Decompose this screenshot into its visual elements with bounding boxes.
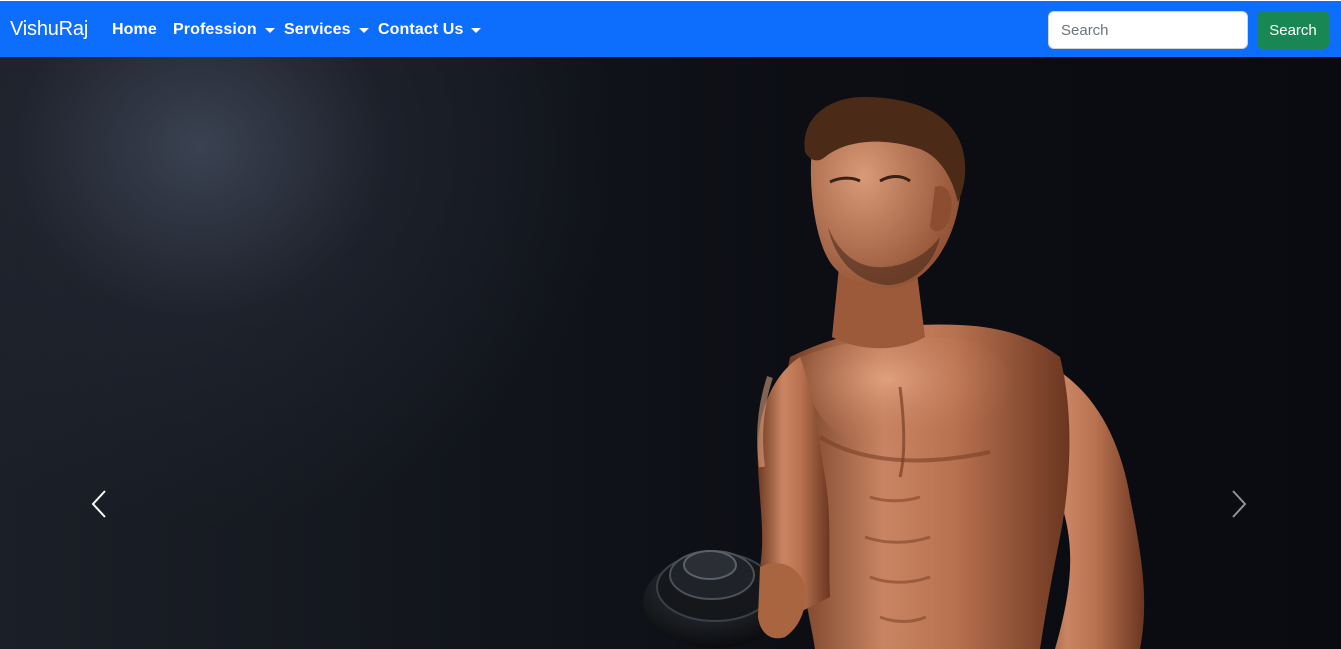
slide-image xyxy=(643,96,1145,649)
nav-link-home[interactable]: Home xyxy=(112,19,157,41)
carousel-prev-button[interactable] xyxy=(79,477,119,531)
nav-dropdown-services[interactable]: Services xyxy=(284,19,369,41)
nav-link-label: Contact Us xyxy=(378,21,464,38)
brand-logo[interactable]: VishuRaj xyxy=(10,17,88,41)
carousel-next-button[interactable] xyxy=(1219,477,1259,531)
nav-link-label: Profession xyxy=(173,21,257,38)
search-button[interactable]: Search xyxy=(1257,11,1329,49)
caret-down-icon xyxy=(264,28,275,33)
search-input[interactable] xyxy=(1048,11,1248,49)
nav-link-label: Services xyxy=(284,21,351,38)
chevron-right-icon xyxy=(1232,490,1247,518)
nav-dropdown-profession[interactable]: Profession xyxy=(173,19,275,41)
nav-link-label: Home xyxy=(112,21,157,38)
hero-carousel xyxy=(0,57,1341,649)
caret-down-icon xyxy=(471,28,482,33)
caret-down-icon xyxy=(358,28,369,33)
nav-dropdown-contact-us[interactable]: Contact Us xyxy=(378,19,482,41)
navbar: VishuRaj Home Profession Services Contac… xyxy=(0,0,1341,57)
chevron-left-icon xyxy=(91,490,106,518)
